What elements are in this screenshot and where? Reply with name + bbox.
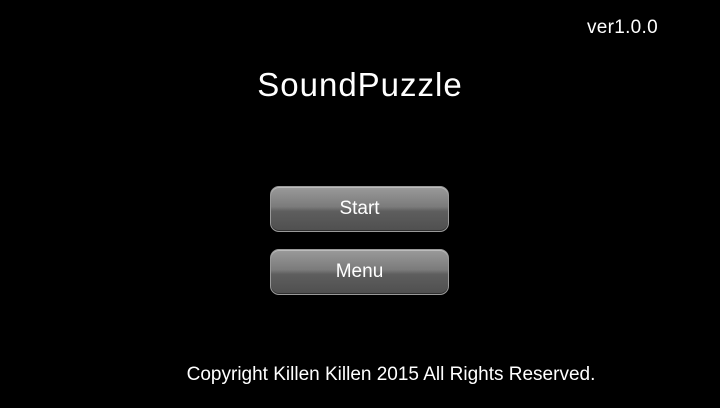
start-button-label: Start — [339, 198, 380, 219]
version-label: ver1.0.0 — [586, 17, 658, 38]
menu-button[interactable]: Menu — [270, 249, 449, 295]
menu-button-label: Menu — [335, 261, 384, 282]
copyright-notice: Copyright Killen Killen 2015 All Rights … — [186, 364, 596, 385]
game-title: SoundPuzzle — [257, 66, 463, 103]
title-screen: ver1.0.0 SoundPuzzle Start Menu Copyrigh… — [0, 0, 720, 408]
start-button[interactable]: Start — [270, 186, 449, 232]
